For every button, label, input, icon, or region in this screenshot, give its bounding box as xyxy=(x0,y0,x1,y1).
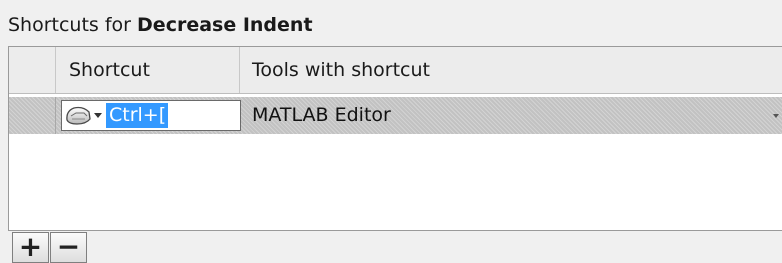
section-title: Shortcuts for Decrease Indent xyxy=(8,14,313,36)
chevron-down-icon[interactable] xyxy=(94,113,102,118)
shortcuts-table: Shortcut Tools with shortcut Ctrl+[ MATL… xyxy=(8,46,782,231)
shortcut-keys[interactable]: Ctrl+[ xyxy=(106,103,169,128)
row-selector-cell[interactable] xyxy=(9,97,56,134)
keyboard-icon[interactable] xyxy=(64,104,92,126)
tool-name[interactable]: MATLAB Editor xyxy=(252,97,391,134)
remove-shortcut-button[interactable]: − xyxy=(50,232,87,263)
column-header-shortcut[interactable]: Shortcut xyxy=(56,47,240,93)
title-command: Decrease Indent xyxy=(137,14,313,36)
shortcut-editor[interactable]: Ctrl+[ xyxy=(61,100,241,131)
table-row[interactable]: Ctrl+[ MATLAB Editor xyxy=(9,97,782,134)
table-header: Shortcut Tools with shortcut xyxy=(9,47,782,94)
title-prefix: Shortcuts for xyxy=(8,14,138,36)
add-shortcut-button[interactable]: + xyxy=(12,232,49,263)
tool-dropdown-icon[interactable] xyxy=(773,114,779,118)
column-header-tools[interactable]: Tools with shortcut xyxy=(240,47,782,93)
header-selector-cell xyxy=(9,47,56,93)
